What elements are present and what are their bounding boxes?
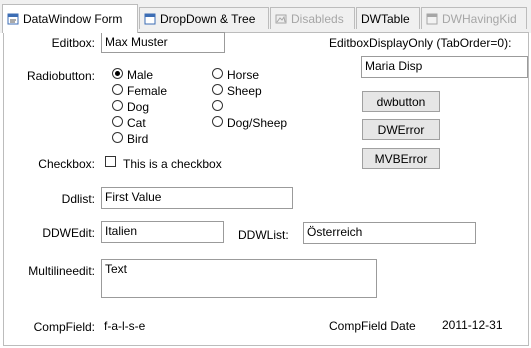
compfield-date-value: 2011-12-31	[438, 316, 524, 333]
multilineedit-field[interactable]: Text	[101, 259, 377, 298]
radio-circle[interactable]	[212, 116, 223, 127]
radio-circle[interactable]	[212, 84, 223, 95]
radio-option-label: Cat	[127, 116, 146, 130]
dw-button[interactable]: dwbutton	[362, 91, 440, 112]
window-icon	[144, 13, 156, 24]
compfield-date-label: CompField Date	[329, 319, 416, 333]
radio-option-label: Bird	[127, 132, 149, 146]
display-only-label: EditboxDisplayOnly (TabOrder=0):	[329, 36, 512, 50]
radio-option-label: Male	[127, 68, 154, 82]
tab-label: DataWindow Form	[23, 12, 123, 26]
radio-circle[interactable]	[112, 100, 123, 111]
radio-circle[interactable]	[112, 132, 123, 143]
radio-option-label: Dog	[127, 100, 150, 114]
radio-circle[interactable]	[212, 68, 223, 79]
compfield-value: f-a-l-s-e	[101, 317, 159, 334]
ddlist-label: Ddlist:	[61, 192, 95, 206]
editbox-field[interactable]: Max Muster	[101, 32, 225, 53]
ddwlist-label: DDWList:	[238, 228, 289, 242]
radio-circle[interactable]	[212, 100, 223, 111]
ddlist-field[interactable]: First Value	[101, 187, 293, 209]
form-icon	[7, 13, 19, 25]
tab-datawindow-form[interactable]: DataWindow Form	[2, 4, 138, 33]
radio-circle[interactable]	[112, 116, 123, 127]
checkbox-label: Checkbox:	[38, 157, 95, 171]
multilineedit-label: Multilineedit:	[28, 264, 95, 278]
compfield-label: CompField:	[33, 320, 95, 334]
ddwedit-field[interactable]: Italien	[101, 221, 224, 243]
tab-dropdown-tree[interactable]: DropDown & Tree	[139, 7, 269, 29]
tab-label: Disableds	[291, 11, 344, 26]
checkbox-text: This is a checkbox	[123, 157, 222, 171]
tab-disableds[interactable]: Disableds	[270, 7, 355, 29]
radio-option-label: Female	[127, 84, 168, 98]
ddwlist-field[interactable]: Österreich	[303, 222, 476, 244]
tab-label: DWTable	[361, 11, 410, 26]
dwerror-button[interactable]: DWError	[362, 119, 440, 140]
tab-label: DropDown & Tree	[160, 11, 256, 26]
display-only-field: Maria Disp	[361, 56, 528, 78]
checkbox[interactable]	[105, 156, 116, 167]
ddwedit-label: DDWEdit:	[42, 226, 95, 240]
radio-circle[interactable]	[112, 68, 123, 79]
tab-dwtable[interactable]: DWTable	[356, 7, 420, 29]
radio-option-label: Horse	[227, 68, 260, 82]
tab-dwhavingkid[interactable]: DWHavingKid	[421, 7, 527, 29]
tab-label: DWHavingKid	[442, 11, 517, 26]
radio-circle[interactable]	[112, 84, 123, 95]
image-icon	[275, 14, 287, 23]
mvberror-button[interactable]: MVBError	[362, 148, 440, 169]
tab-bar: DataWindow Form DropDown & Tree Disabled…	[0, 0, 531, 33]
editbox-label: Editbox:	[51, 36, 95, 50]
radio-option-label: Dog/Sheep	[227, 116, 288, 130]
window-icon	[426, 13, 438, 24]
radiobutton-label: Radiobutton:	[26, 69, 95, 83]
radio-option-label: Sheep	[227, 84, 262, 98]
